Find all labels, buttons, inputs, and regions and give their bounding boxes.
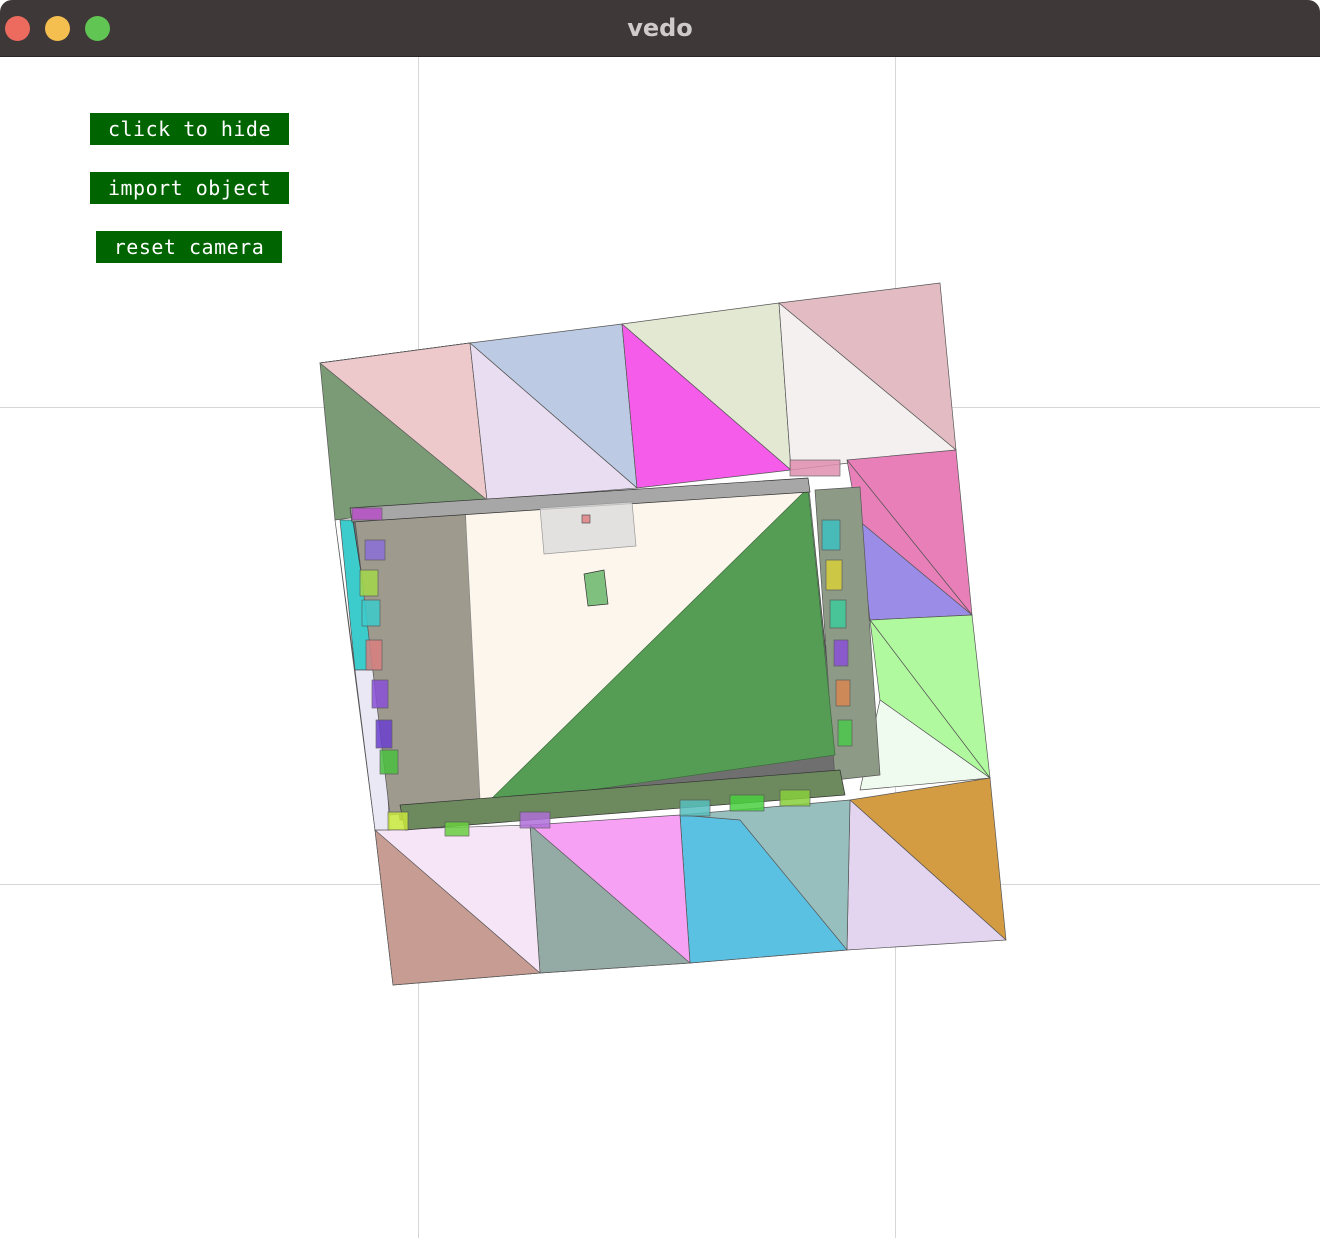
object-marker: [581, 514, 591, 524]
object-notch: [583, 569, 609, 607]
window-title: vedo: [627, 14, 693, 42]
title-bar: vedo: [0, 0, 1320, 57]
render-viewport[interactable]: click to hide import object reset camera: [0, 57, 1320, 1238]
app-window: vedo click to hide import object reset c…: [0, 0, 1320, 1238]
click-to-hide-button[interactable]: click to hide: [90, 113, 289, 145]
object-window: [539, 501, 637, 555]
import-object-button[interactable]: import object: [90, 172, 289, 204]
reset-camera-button[interactable]: reset camera: [96, 231, 282, 263]
